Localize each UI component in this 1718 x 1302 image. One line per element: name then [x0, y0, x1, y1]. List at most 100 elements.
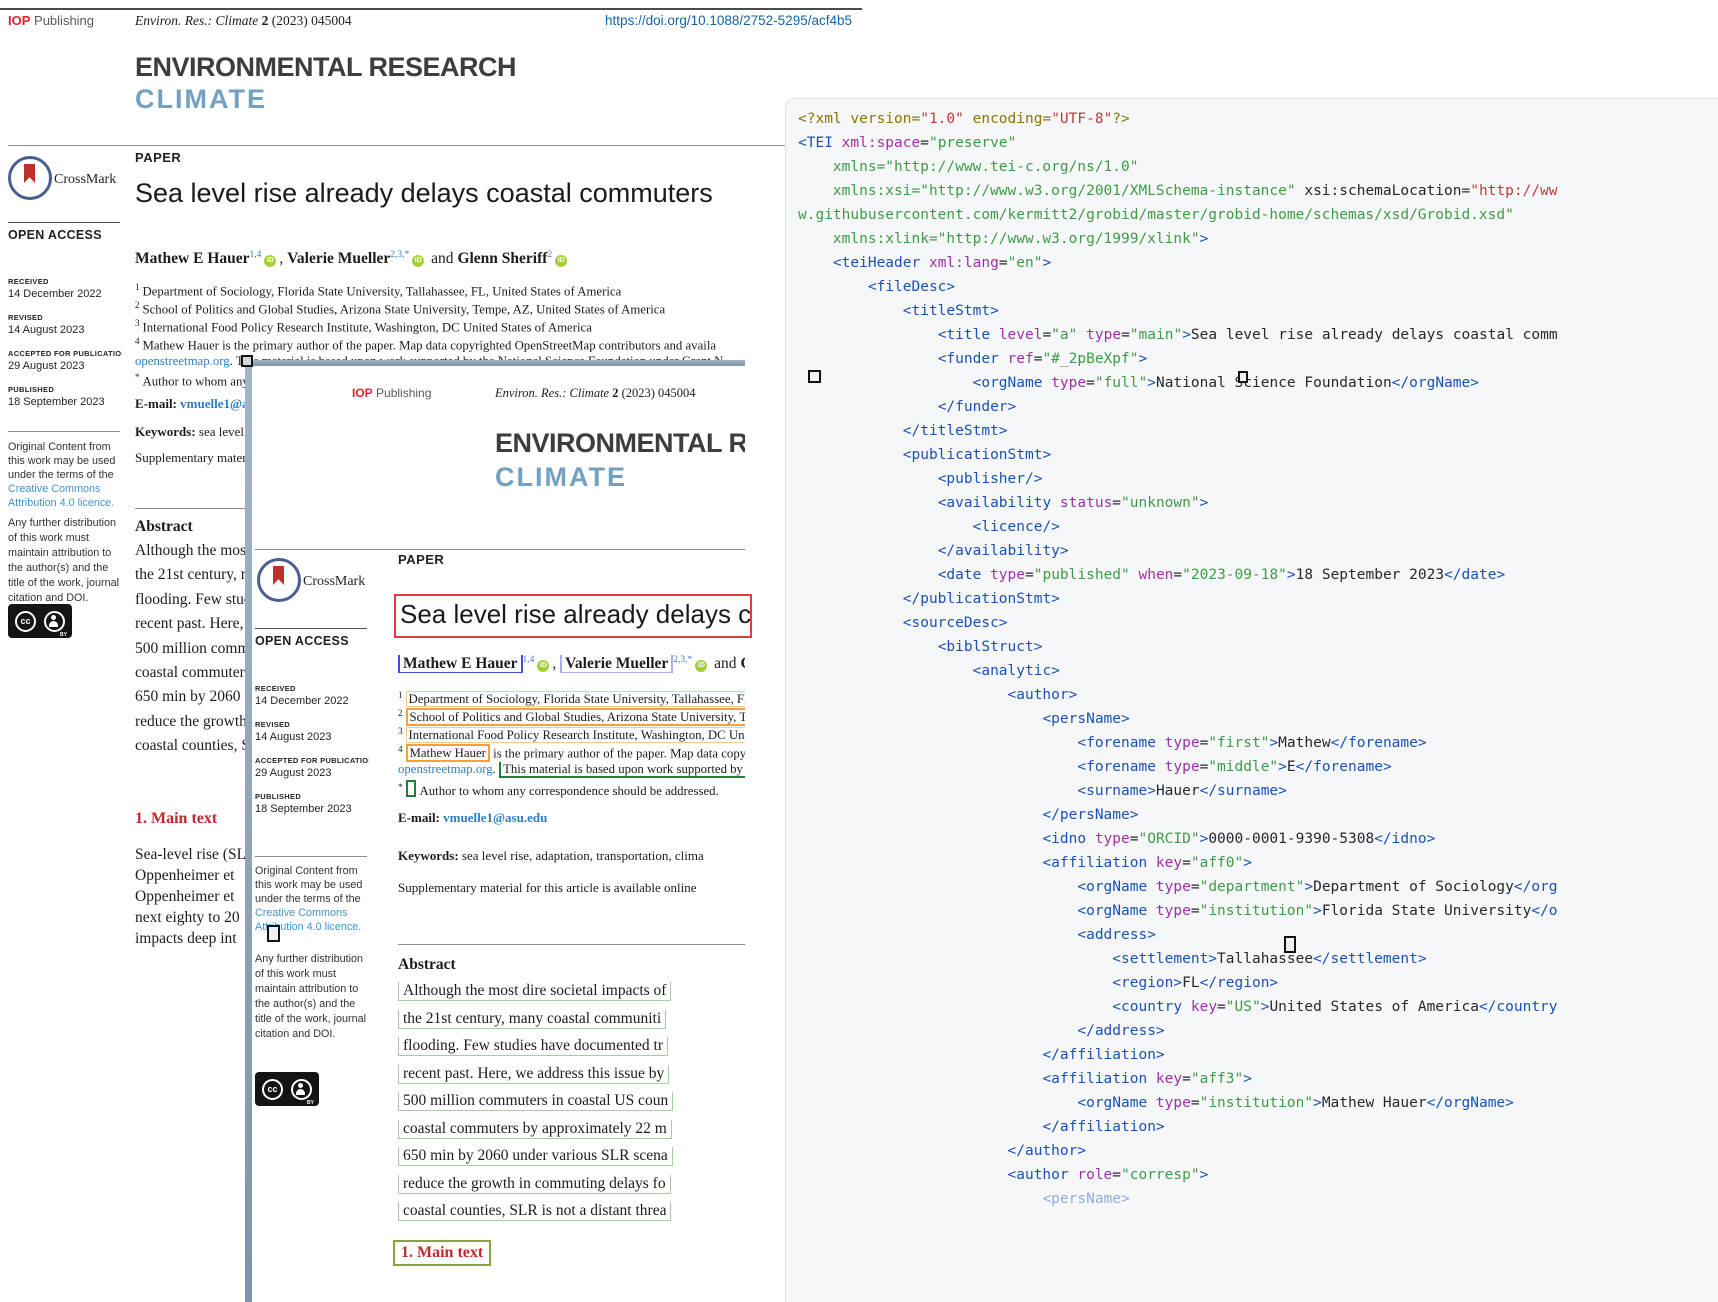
resize-handle[interactable]: [1238, 371, 1248, 383]
code-token: type: [1077, 327, 1121, 343]
code-token: [798, 399, 938, 415]
code-token: <forename: [1077, 735, 1156, 751]
resize-handle[interactable]: [241, 355, 253, 367]
creative-commons-link[interactable]: Creative Commons Attribution 4.0 licence…: [8, 483, 114, 509]
date-value: 14 August 2023: [8, 324, 122, 336]
code-token: "#_2pBeXpf": [1042, 351, 1138, 367]
crossmark-bookmark-icon: [24, 164, 35, 183]
code-token: type: [1147, 1095, 1191, 1111]
code-token: role: [1069, 1167, 1113, 1183]
code-token: </persName>: [1042, 807, 1138, 823]
date-value: 29 August 2023: [8, 360, 122, 372]
orcid-icon[interactable]: iD: [264, 255, 276, 267]
main-text-annotation-box[interactable]: 1. Main text: [393, 1240, 491, 1266]
code-token: "ORCID": [1138, 831, 1199, 847]
code-line: <?xml version="1.0" encoding="UTF-8"?>: [798, 107, 1558, 131]
code-area[interactable]: <?xml version="1.0" encoding="UTF-8"?><T…: [798, 107, 1558, 1211]
crossmark-icon[interactable]: [257, 558, 301, 602]
code-token: </forename>: [1331, 735, 1427, 751]
openstreetmap-link[interactable]: openstreetmap.org: [135, 354, 230, 368]
screenshot-canvas: IOP Publishing Environ. Res.: Climate 2 …: [0, 0, 1718, 1302]
abstract-line: Although the most dire societal impacts …: [398, 982, 745, 1010]
window-top-edge[interactable]: [245, 360, 745, 366]
page-top-rule: [0, 8, 862, 10]
article-dates: RECEIVED14 December 2022REVISED14 August…: [8, 277, 122, 421]
orcid-icon[interactable]: iD: [412, 255, 424, 267]
code-token: [798, 903, 1077, 919]
code-token: [798, 591, 903, 607]
license-text: Original Content from this work may be u…: [255, 865, 362, 905]
doi-link[interactable]: https://doi.org/10.1088/2752-5295/acf4b5: [605, 13, 852, 28]
author-name: Valerie Mueller: [560, 655, 673, 673]
code-token: type: [1156, 759, 1200, 775]
affiliation-sup: 4: [398, 744, 403, 754]
resize-handle[interactable]: [808, 370, 821, 383]
code-token: </titleStmt>: [903, 423, 1008, 439]
code-line: <orgName type="institution">Mathew Hauer…: [798, 1091, 1558, 1115]
affiliation-sup: 1: [398, 690, 403, 700]
code-token: [798, 927, 1077, 943]
code-token: >: [1304, 879, 1313, 895]
code-token: <biblStruct>: [938, 639, 1043, 655]
code-token: <sourceDesc>: [903, 615, 1008, 631]
title-annotation-box[interactable]: Sea level rise already delays coastal co…: [394, 594, 752, 638]
overlay-journal-citation: Environ. Res.: Climate 2 (2023) 045004: [495, 386, 745, 401]
code-token: Department of Sociology: [1313, 879, 1514, 895]
code-token: >: [1287, 567, 1296, 583]
code-token: =: [1173, 567, 1182, 583]
orcid-icon[interactable]: iD: [537, 660, 549, 672]
code-line: <sourceDesc>: [798, 611, 1558, 635]
code-line: <publisher/>: [798, 467, 1558, 491]
code-token: [798, 879, 1077, 895]
code-token: Mathew Hauer: [1322, 1095, 1427, 1111]
code-token: <forename: [1077, 759, 1156, 775]
code-token: =: [1182, 855, 1191, 871]
orcid-icon[interactable]: iD: [555, 255, 567, 267]
author-line: Mathew E Hauer1,4iD, Valerie Mueller2,3,…: [135, 250, 775, 268]
abstract-heading: Abstract: [135, 518, 193, 536]
code-token: FL: [1182, 975, 1199, 991]
orcid-icon[interactable]: iD: [695, 660, 707, 672]
author-affil-sup: 2: [547, 250, 552, 260]
date-label: ACCEPTED FOR PUBLICATION: [8, 349, 122, 358]
citation-journal: Environ. Res.: Climate: [135, 13, 258, 28]
code-token: xmlns:xlink="http://www.w3.org/1999/xlin…: [833, 231, 1200, 247]
annotated-span: International Food Policy Research Insti…: [143, 320, 592, 334]
abstract-line: flooding. Few studies have documented tr: [398, 1037, 745, 1065]
code-token: [798, 735, 1077, 751]
abstract-annotation-box: the 21st century, many coastal communiti: [398, 1010, 666, 1029]
code-token: 18 September 2023: [1296, 567, 1444, 583]
code-token: >: [1278, 759, 1287, 775]
code-line: </affiliation>: [798, 1043, 1558, 1067]
code-token: =: [1025, 567, 1034, 583]
citation-volume: 2: [612, 386, 618, 400]
window-left-edge[interactable]: [245, 360, 252, 1302]
crossmark-icon[interactable]: [8, 156, 52, 200]
code-token: "main": [1130, 327, 1182, 343]
date-label: ACCEPTED FOR PUBLICATION: [255, 756, 369, 765]
abstract-annotation-box: flooding. Few studies have documented tr: [398, 1037, 668, 1056]
code-token: xmlns:xsi="http://www.w3.org/2001/XMLSch…: [833, 183, 1296, 199]
author-name: Mathew E Hauer: [398, 655, 523, 673]
resize-handle[interactable]: [1284, 936, 1296, 953]
code-token: [798, 855, 1042, 871]
code-token: [798, 183, 833, 199]
affiliation-sup: *: [135, 372, 140, 382]
affiliation-sup: 3: [135, 318, 140, 328]
code-token: [798, 543, 938, 559]
cc-by-badge: cc BY: [255, 1072, 319, 1106]
code-token: [798, 831, 1042, 847]
openstreetmap-link[interactable]: openstreetmap.org: [398, 762, 493, 776]
code-token: </funder>: [938, 399, 1017, 415]
code-token: =: [920, 135, 929, 151]
code-token: "http://ww: [1470, 183, 1557, 199]
code-token: [798, 1095, 1077, 1111]
code-token: <funder: [938, 351, 999, 367]
annotated-span: This material is based upon work support…: [499, 762, 745, 778]
resize-handle[interactable]: [267, 925, 280, 942]
iop-logo-text: IOP: [352, 386, 373, 400]
abstract-line: recent past. Here, we address this issue…: [398, 1065, 745, 1093]
code-line: <orgName type="full">National Science Fo…: [798, 371, 1558, 395]
author-affil-sup: 2,3,*: [673, 655, 692, 665]
email-link[interactable]: vmuelle1@asu.edu: [443, 810, 547, 825]
